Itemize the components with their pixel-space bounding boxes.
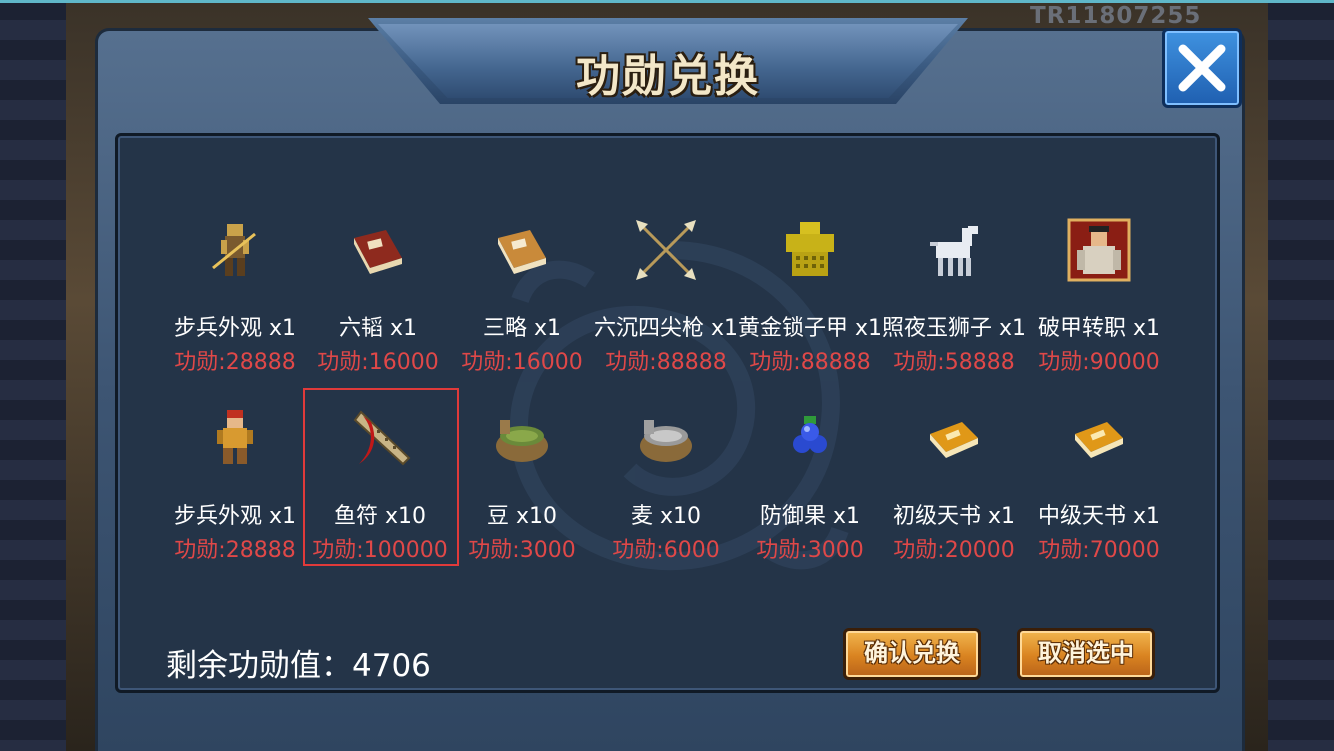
exchange-item[interactable]: 六沉四尖枪 x1 功勋:88888 xyxy=(591,218,741,388)
exchange-item[interactable]: 照夜玉狮子 x1 功勋:58888 xyxy=(879,218,1029,388)
exchange-item[interactable]: 豆 x10 功勋:3000 xyxy=(447,406,597,576)
fish-token-icon xyxy=(353,410,411,466)
exchange-item[interactable]: 防御果 x1 功勋:3000 xyxy=(735,406,885,576)
orange-book-icon xyxy=(930,422,978,458)
remaining-merit-value: 剩余功勋值：4706 xyxy=(166,648,431,684)
wheat-sack-icon xyxy=(640,420,692,462)
item-name: 破甲转职 x1 xyxy=(1037,316,1160,341)
red-book-icon xyxy=(354,230,402,274)
exchange-item[interactable]: 中级天书 x1 功勋:70000 xyxy=(1024,406,1174,576)
infantry-skin-icon xyxy=(212,224,256,276)
cancel-selection-button[interactable]: 取消选中 xyxy=(1017,628,1155,680)
exchange-item[interactable]: 六韬 x1 功勋:16000 xyxy=(303,218,453,388)
class-change-portrait-icon xyxy=(1067,218,1131,282)
bean-sack-icon xyxy=(496,420,548,462)
defense-fruit-icon xyxy=(793,416,827,453)
gold-armor-icon xyxy=(786,222,834,276)
exchange-item[interactable]: 步兵外观 x1 功勋:28888 xyxy=(160,406,310,576)
exchange-item[interactable]: 步兵外观 x1 功勋:28888 xyxy=(160,218,310,388)
item-name: 中级天书 x1 xyxy=(1037,504,1160,529)
confirm-exchange-button[interactable]: 确认兑换 xyxy=(843,628,981,680)
background-right-border xyxy=(1264,0,1334,751)
exchange-item[interactable]: 三略 x1 功勋:16000 xyxy=(447,218,597,388)
exchange-item[interactable]: 破甲转职 x1 功勋:90000 xyxy=(1024,218,1174,388)
server-code: TR11807255 xyxy=(1030,3,1202,29)
infantry-skin-icon xyxy=(217,410,253,464)
exchange-item[interactable]: 麦 x10 功勋:6000 xyxy=(591,406,741,576)
exchange-item[interactable]: 初级天书 x1 功勋:20000 xyxy=(879,406,1029,576)
crossed-spears-icon xyxy=(636,220,696,280)
tan-book-icon xyxy=(498,230,546,274)
background-left-border xyxy=(0,0,70,751)
dialog-title: 功勋兑换 xyxy=(576,51,760,102)
item-cost: 功勋:90000 xyxy=(1038,350,1160,375)
item-cost: 功勋:70000 xyxy=(1038,538,1160,563)
close-icon xyxy=(1178,44,1226,92)
exchange-item-selected[interactable]: 鱼符 x10 功勋:100000 xyxy=(303,388,459,566)
exchange-item[interactable]: 黄金锁子甲 x1 功勋:88888 xyxy=(735,218,885,388)
orange-book-icon xyxy=(1075,422,1123,458)
close-button[interactable] xyxy=(1162,28,1242,108)
white-horse-icon xyxy=(930,226,978,276)
